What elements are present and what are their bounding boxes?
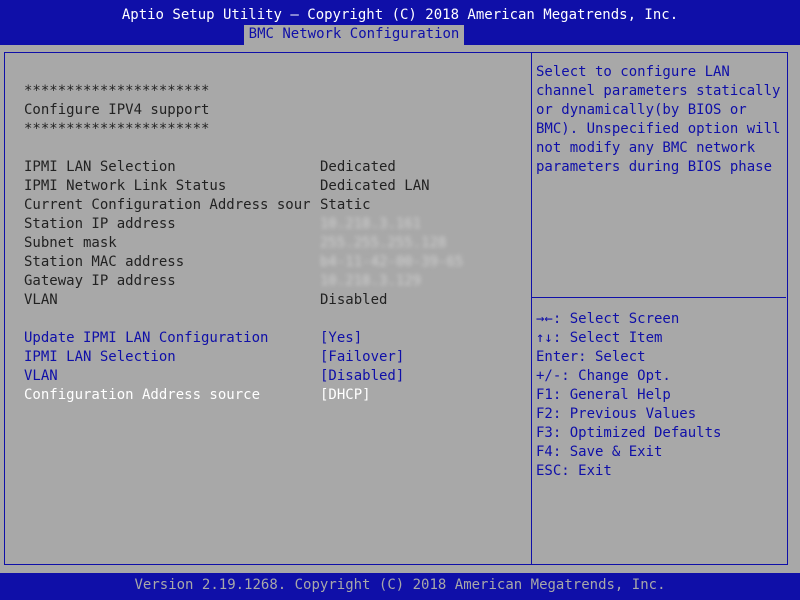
footer-version: Version 2.19.1268. Copyright (C) 2018 Am…	[134, 577, 666, 593]
key-hint-select-item: ↑↓: Select Item	[536, 330, 663, 346]
help-text-line: parameters during BIOS phase	[536, 159, 773, 175]
help-text-line: or dynamically(by BIOS or	[536, 102, 747, 118]
info-label-station-ip: Station IP address	[24, 216, 176, 232]
help-divider-horizontal	[532, 297, 786, 298]
key-hint-f4: F4: Save & Exit	[536, 444, 663, 460]
info-value-ipmi-lan-selection: Dedicated	[320, 159, 396, 175]
option-configuration-address-source[interactable]: Configuration Address source	[24, 386, 260, 405]
app-title: Aptio Setup Utility – Copyright (C) 2018…	[121, 7, 679, 23]
option-vlan[interactable]: VLAN	[24, 367, 58, 386]
key-hint-f1: F1: General Help	[536, 387, 671, 403]
key-hint-esc: ESC: Exit	[536, 463, 612, 479]
info-label-address-source: Current Configuration Address sour	[24, 197, 311, 213]
info-label-station-mac: Station MAC address	[24, 254, 185, 270]
info-value-gateway-ip: 10.218.3.129	[320, 273, 422, 289]
info-value-address-source: Static	[320, 197, 371, 213]
info-label-vlan: VLAN	[24, 292, 58, 308]
section-title: Configure IPV4 support	[24, 102, 210, 118]
info-label-ipmi-lan-selection: IPMI LAN Selection	[24, 159, 176, 175]
key-hint-f2: F2: Previous Values	[536, 406, 697, 422]
tab-bmc-network-configuration[interactable]: BMC Network Configuration	[244, 25, 464, 45]
option-value-update-ipmi-lan-configuration[interactable]: [Yes]	[320, 329, 362, 348]
info-label-subnet-mask: Subnet mask	[24, 235, 117, 251]
info-value-subnet-mask: 255.255.255.128	[320, 235, 447, 251]
help-text-line: BMC). Unspecified option will	[536, 121, 781, 137]
option-ipmi-lan-selection[interactable]: IPMI LAN Selection	[24, 348, 176, 367]
option-update-ipmi-lan-configuration[interactable]: Update IPMI LAN Configuration	[24, 329, 268, 348]
info-value-vlan: Disabled	[320, 292, 388, 308]
help-text-line: not modify any BMC network	[536, 140, 756, 156]
key-hint-select-screen: →←: Select Screen	[536, 311, 680, 327]
separator-top: **********************	[24, 83, 210, 99]
panel-divider-vertical	[531, 53, 532, 564]
help-text-line: Select to configure LAN	[536, 64, 730, 80]
key-hint-enter: Enter: Select	[536, 349, 646, 365]
key-hint-change-opt: +/-: Change Opt.	[536, 368, 671, 384]
info-value-station-ip: 10.218.3.161	[320, 216, 422, 232]
help-text-line: channel parameters statically	[536, 83, 781, 99]
info-label-gateway-ip: Gateway IP address	[24, 273, 176, 289]
key-hint-f3: F3: Optimized Defaults	[536, 425, 722, 441]
option-value-vlan[interactable]: [Disabled]	[320, 367, 404, 386]
option-value-ipmi-lan-selection[interactable]: [Failover]	[320, 348, 404, 367]
info-label-link-status: IPMI Network Link Status	[24, 178, 227, 194]
option-value-configuration-address-source[interactable]: [DHCP]	[320, 386, 371, 405]
info-value-link-status: Dedicated LAN	[320, 178, 430, 194]
info-value-station-mac: b4-11-42-00-39-65	[320, 254, 464, 270]
separator-bottom: **********************	[24, 121, 210, 137]
